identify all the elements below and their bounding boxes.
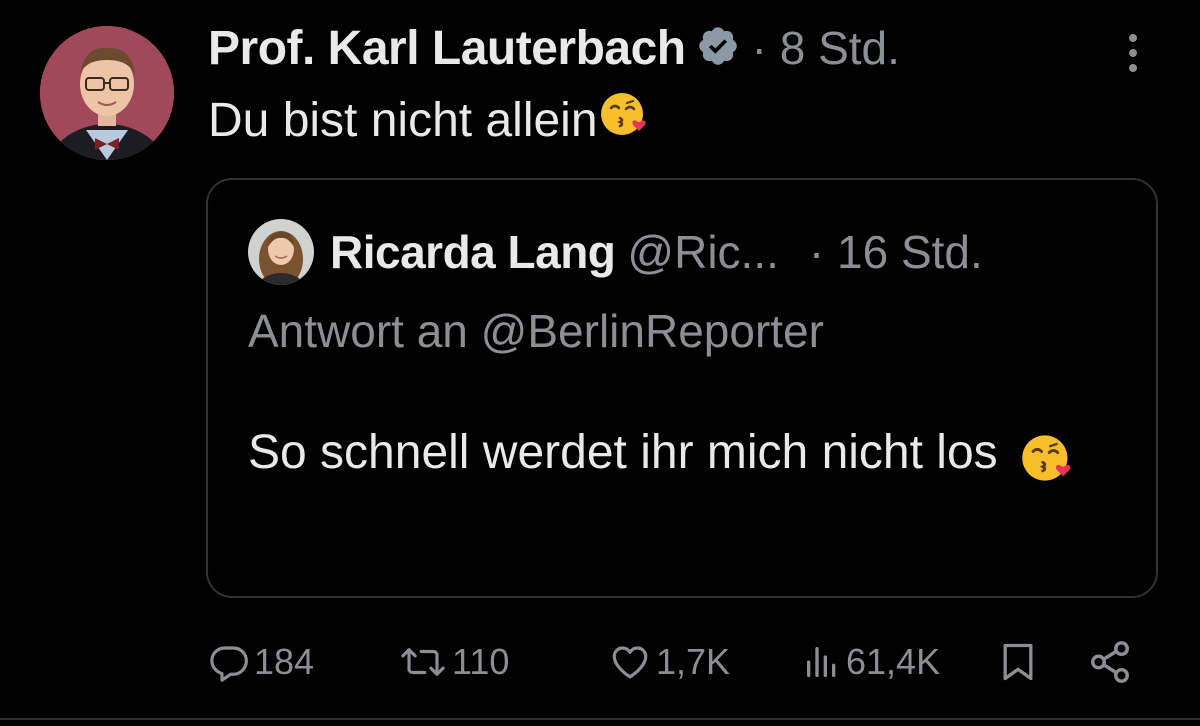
tweet-text-content: Du bist nicht allein — [208, 93, 598, 147]
like-count: 1,7K — [656, 641, 731, 682]
quoted-author-display-name[interactable]: Ricarda Lang — [330, 225, 616, 279]
heart-icon — [612, 646, 648, 679]
retweet-icon — [401, 648, 445, 676]
bookmark-button[interactable] — [996, 632, 1044, 692]
tweet-divider — [0, 718, 1200, 720]
retweet-button[interactable]: 110 — [398, 632, 509, 692]
author-avatar[interactable] — [40, 26, 174, 160]
tweet: Prof. Karl Lauterbach · 8 Std. Du bist n… — [0, 0, 1200, 726]
tweet-text: Du bist nicht allein — [208, 88, 650, 152]
face-throwing-a-kiss-emoji — [1019, 422, 1075, 488]
reply-icon — [210, 646, 248, 682]
share-button[interactable] — [1086, 632, 1138, 692]
tweet-timestamp[interactable]: · 8 Std. — [752, 21, 900, 75]
quoted-tweet-text: So schnell werdet ihr mich nicht los — [248, 420, 1128, 488]
quoted-author-avatar[interactable] — [248, 219, 314, 285]
verified-badge-icon — [686, 24, 740, 73]
tweet-action-bar: 184 110 1,7K 61,4K — [208, 632, 1148, 692]
views-bar-chart-icon — [807, 647, 836, 677]
views-button[interactable]: 61,4K — [802, 632, 940, 692]
quoted-tweet-text-content: So schnell werdet ihr mich nicht los — [248, 426, 998, 479]
author-display-name[interactable]: Prof. Karl Lauterbach — [208, 21, 686, 76]
bookmark-icon — [1003, 643, 1033, 681]
quoted-tweet-timestamp[interactable]: · 16 Std. — [809, 225, 983, 279]
quoted-tweet-card[interactable]: Ricarda Lang @Ric... · 16 Std. Antwort a… — [206, 178, 1158, 598]
share-icon — [1091, 641, 1129, 683]
quoted-author-handle[interactable]: @Ric... — [627, 225, 778, 279]
reply-count: 184 — [254, 641, 315, 682]
reply-button[interactable]: 184 — [208, 632, 314, 692]
views-count: 61,4K — [846, 641, 941, 682]
retweet-count: 110 — [452, 641, 510, 682]
like-button[interactable]: 1,7K — [608, 632, 730, 692]
quoted-tweet-header: Ricarda Lang @Ric... · 16 Std. — [248, 219, 983, 285]
face-throwing-a-kiss-emoji — [598, 88, 650, 152]
quoted-reply-to-line[interactable]: Antwort an @BerlinReporter — [248, 304, 824, 358]
more-dots-icon[interactable] — [1120, 30, 1146, 76]
tweet-header: Prof. Karl Lauterbach · 8 Std. — [208, 18, 900, 78]
